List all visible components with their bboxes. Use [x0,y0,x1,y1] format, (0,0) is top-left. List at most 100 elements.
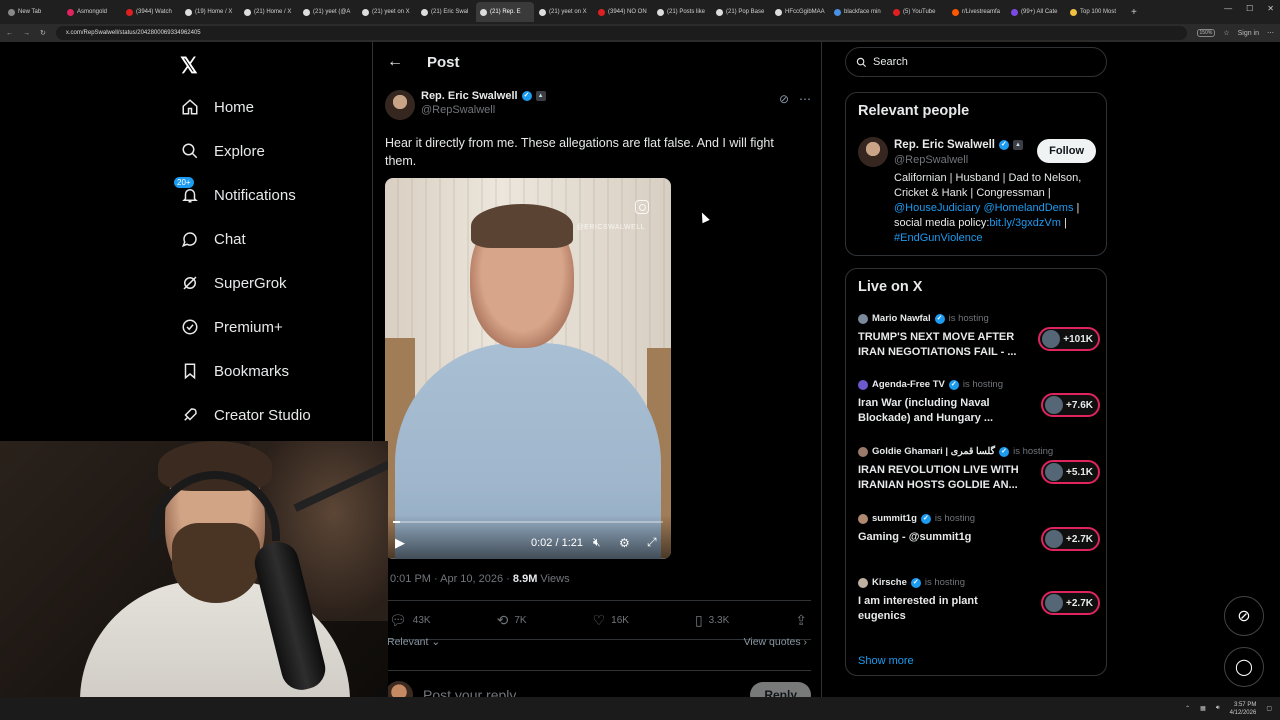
listener-count-pill[interactable]: +2.7K [1041,527,1100,551]
nav-label: Notifications [214,186,296,204]
search-input[interactable]: Search [845,47,1107,77]
video-player[interactable]: @ERICSWALWELL ▶ 0:02 / 1:21 🔇︎ ⚙ ⤢ [385,178,671,559]
view-quotes-link[interactable]: View quotes › [744,636,807,648]
browser-tab[interactable]: (21) Rep. E [476,2,534,22]
browser-tab[interactable]: (21) Pop Base [712,2,770,22]
live-space-item[interactable]: Kirsche ✓ is hosting I am interested in pla… [858,577,1100,624]
new-tab-icon[interactable]: + [1131,7,1137,18]
favicon-icon [952,8,959,16]
browser-tab[interactable]: (3944) Watch [122,2,180,22]
volume-icon[interactable]: 🔊︎ [1216,705,1220,712]
avatar[interactable] [858,137,888,167]
live-space-item[interactable]: Goldie Ghamari | گلسا قمری ✓ is hosting IRA… [858,446,1100,493]
heart-icon: ♡ [592,611,606,628]
play-icon[interactable]: ▶ [395,535,405,551]
address-bar[interactable]: x.com/RepSwalwell/status/204280006933496… [55,26,1187,40]
system-clock[interactable]: 3:57 PM 4/12/2026 [1230,701,1257,717]
views-label: Views [537,573,570,585]
browser-tab[interactable]: r/Livestreamfa [948,2,1006,22]
person-handle[interactable]: @RepSwalwell [894,154,968,166]
chat-fab-button[interactable]: ◯ [1224,647,1264,687]
like-button[interactable]: ♡ 16K [593,612,629,629]
nav-item-bookmarks[interactable]: Bookmarks [180,361,289,381]
author-name-row[interactable]: Rep. Eric Swalwell ✓ ▲ [421,90,546,102]
page-title: Post [427,53,460,71]
nav-item-chat[interactable]: Chat [180,229,246,249]
browser-tab[interactable]: (21) Posts like [653,2,711,22]
maximize-icon[interactable]: ☐ [1246,4,1253,13]
avatar[interactable] [385,90,415,120]
verified-icon: ✓ [934,313,945,324]
reload-icon[interactable]: ↻ [40,29,46,37]
browser-tab[interactable]: Top 100 Most [1066,2,1124,22]
live-space-item[interactable]: Agenda-Free TV ✓ is hosting Iran War (inclu… [858,379,1100,426]
nav-item-premium[interactable]: Premium+ [180,317,283,337]
menu-dots-icon[interactable]: ⋯ [1267,29,1274,37]
close-icon[interactable]: ✕ [1267,4,1274,13]
tab-label: r/Livestreamfa [962,9,1001,15]
browser-tab[interactable]: (21) yeet on X [535,2,593,22]
browser-tab[interactable]: New Tab [4,2,62,22]
star-icon[interactable]: ☆ [1223,29,1229,37]
share-button[interactable]: ⇪ [795,612,807,629]
tab-label: (21) yeet on X [372,9,410,15]
favicon-icon [126,8,133,16]
browser-tab[interactable]: (5) YouTube [889,2,947,22]
bio-link-policy[interactable]: bit.ly/3gxdzVm [989,217,1061,229]
browser-tab[interactable]: (19) Home / X [181,2,239,22]
nav-item-creator-studio[interactable]: Creator Studio [180,405,311,425]
live-space-item[interactable]: Mario Nawfal ✓ is hosting TRUMP'S NEXT MOVE… [858,313,1100,360]
nav-item-supergrok[interactable]: SuperGrok [180,273,287,293]
forward-nav-icon[interactable]: → [23,30,30,37]
browser-tab[interactable]: (21) Home / X [240,2,298,22]
tray-chevron-icon[interactable]: ⌃ [1185,705,1190,712]
bio-link-homelanddems[interactable]: @HomelandDems [983,202,1073,214]
repost-button[interactable]: ⟲ 7K [497,612,527,629]
browser-tab[interactable]: (21) yeet (@A [299,2,357,22]
bio-link-hashtag[interactable]: #EndGunViolence [894,232,982,244]
browser-tab[interactable]: (21) yeet on X [358,2,416,22]
sort-dropdown[interactable]: Relevant ⌄ [387,636,440,648]
browser-tab[interactable]: (21) Eric Swal [417,2,475,22]
browser-tab[interactable]: (99+) All Cate [1007,2,1065,22]
grok-fab-button[interactable]: ⊘ [1224,596,1264,636]
nav-item-home[interactable]: Home [180,97,254,117]
more-options-icon[interactable]: ⋯ [799,92,811,106]
post-timestamp[interactable]: 0:01 PM · Apr 10, 2026 · [390,573,513,585]
live-space-item[interactable]: summit1g ✓ is hosting Gaming - @summit1g +2.… [858,513,1100,551]
browser-tab[interactable]: blackface min [830,2,888,22]
minimize-icon[interactable]: — [1224,4,1232,13]
author-handle[interactable]: @RepSwalwell [421,104,546,116]
listener-count-pill[interactable]: +2.7K [1041,591,1100,615]
listener-count-pill[interactable]: +101K [1038,327,1100,351]
bookmark-count: 3.3K [708,614,730,626]
settings-gear-icon[interactable]: ⚙ [619,536,630,550]
zoom-level[interactable]: 150% [1196,29,1216,37]
bookmark-button[interactable]: ▯ 3.3K [695,612,729,629]
notification-center-icon[interactable]: ▢ [1266,705,1272,712]
tab-label: (19) Home / X [195,9,233,15]
network-icon[interactable]: ▦ [1200,705,1206,712]
follow-button[interactable]: Follow [1037,139,1096,163]
mute-icon[interactable]: 🔇︎ [593,535,601,550]
show-more-link[interactable]: Show more [858,655,914,667]
browser-tab[interactable]: (3944) NO ON [594,2,652,22]
grok-icon[interactable]: ⊘ [779,92,789,106]
bio-link-housejudiciary[interactable]: @HouseJudiciary [894,202,980,214]
back-nav-icon[interactable]: ← [6,30,13,37]
listener-count-pill[interactable]: +7.6K [1041,393,1100,417]
reply-button[interactable]: 💬︎ 43K [389,612,431,629]
reply-count: 43K [412,614,431,626]
host-name: Agenda-Free TV [872,379,945,390]
browser-tab[interactable]: Asmongold [63,2,121,22]
back-arrow-icon[interactable]: ← [387,53,403,71]
signin-button[interactable]: Sign in [1238,30,1259,37]
fullscreen-icon[interactable]: ⤢ [647,535,657,550]
x-logo[interactable]: 𝕏 [180,53,198,79]
person-name-row[interactable]: Rep. Eric Swalwell ✓ ▲ [894,139,1023,151]
nav-item-notifications[interactable]: 20+ Notifications [174,177,296,205]
browser-tab[interactable]: HFccGgibMAA [771,2,829,22]
video-progress-bar[interactable] [393,521,663,523]
nav-item-explore[interactable]: Explore [180,141,265,161]
listener-count-pill[interactable]: +5.1K [1041,460,1100,484]
